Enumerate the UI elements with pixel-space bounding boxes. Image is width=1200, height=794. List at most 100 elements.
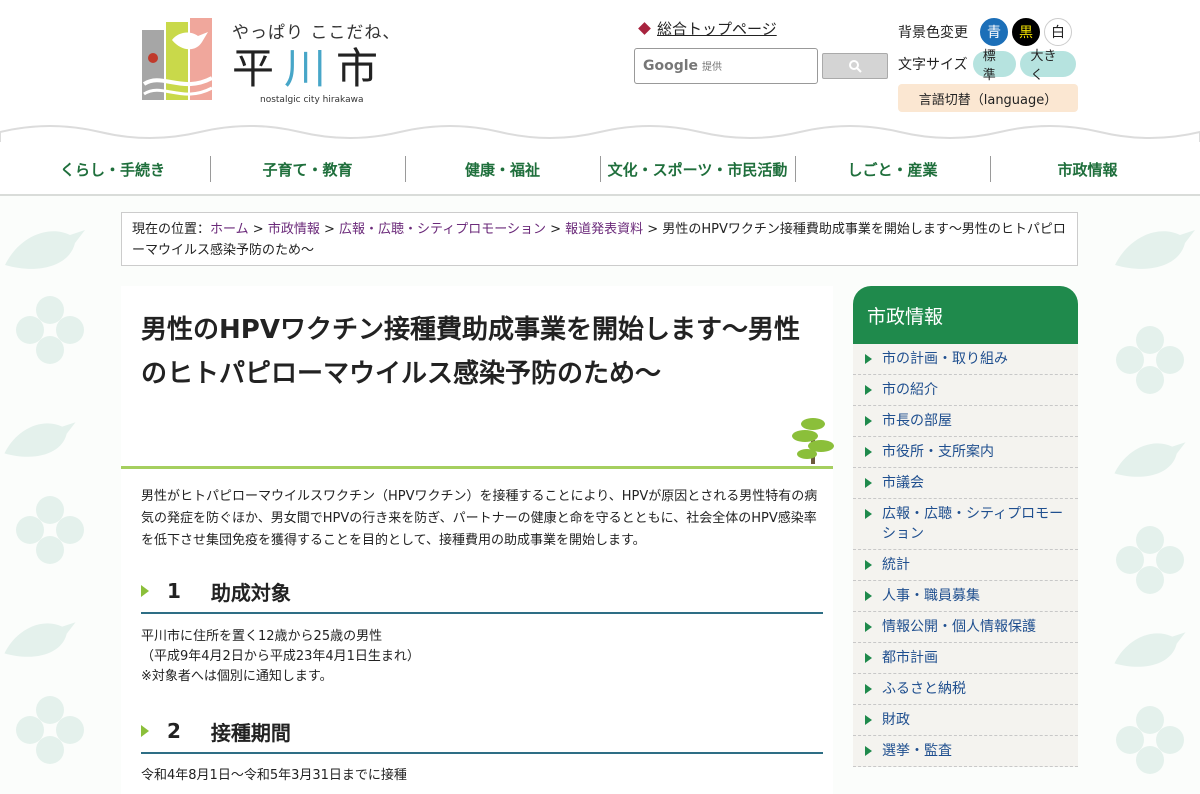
bird-decoration-icon [1110,610,1190,690]
sidebar-title[interactable]: 市政情報 [853,286,1078,344]
sidebar-item-pr[interactable]: 広報・広聴・シティプロモーション [853,499,1078,550]
breadcrumb-separator: > [545,222,566,237]
nav-item-city-info[interactable]: 市政情報 [990,142,1185,196]
flower-decoration-icon [10,690,90,770]
title-underline [121,466,833,469]
nav-item-health[interactable]: 健康・福祉 [405,142,600,196]
site-header: やっぱり ここだね、 平川市 nostalgic city hirakawa 総… [0,0,1200,125]
flower-decoration-icon [1110,320,1190,400]
sidebar: 市政情報 市の計画・取り組み 市の紹介 市長の部屋 市役所・支所案内 市議会 広… [853,286,1078,794]
lead-paragraph: 男性がヒトパピローマウイルスワクチン（HPVワクチン）を接種することにより、HP… [141,489,818,548]
diamond-bullet-icon [638,22,651,35]
nav-item-living[interactable]: くらし・手続き [15,142,210,196]
sidebar-item-label: 広報・広聴・シティプロモーション [882,506,1064,542]
sidebar-item-about[interactable]: 市の紹介 [853,375,1078,406]
arrow-right-icon [865,715,872,725]
section-number: 1 [167,579,181,603]
sidebar-item-label: 選挙・監査 [882,743,952,759]
sidebar-item-disclosure[interactable]: 情報公開・個人情報保護 [853,612,1078,643]
bird-decoration-icon [1110,205,1200,295]
sidebar-item-label: 市長の部屋 [882,413,952,429]
sidebar-item-recruit[interactable]: 人事・職員募集 [853,581,1078,612]
language-button[interactable]: 言語切替（language） [898,84,1078,112]
bird-decoration-icon [0,400,80,480]
breadcrumb-link-press[interactable]: 報道発表資料 [565,222,643,237]
sidebar-item-label: 市の紹介 [882,382,938,398]
triangle-bullet-icon [141,585,149,597]
accessibility-settings: 背景色変更 青 黒 白 文字サイズ 標準 大きく 言語切替（language） [898,16,1080,112]
search-input[interactable]: Google 提供 [634,48,818,84]
section-line: （平成9年4月2日から平成23年4月1日生まれ） [141,649,420,664]
breadcrumb-link-pr[interactable]: 広報・広聴・シティプロモーション [339,222,546,237]
pine-tree-icon [791,414,835,466]
sidebar-item-urban-planning[interactable]: 都市計画 [853,643,1078,674]
arrow-right-icon [865,447,872,457]
font-size-row: 文字サイズ 標準 大きく [898,48,1080,83]
city-logo-text[interactable]: やっぱり ここだね、 平川市 nostalgic city hirakawa [232,18,400,105]
font-standard-button[interactable]: 標準 [972,49,1017,83]
bg-white-button[interactable]: 白 [1044,18,1072,46]
arrow-right-icon [865,684,872,694]
sidebar-item-label: 市役所・支所案内 [882,444,994,460]
sidebar-item-label: 統計 [882,557,910,573]
sidebar-item-elections[interactable]: 選挙・監査 [853,736,1078,767]
bg-blue-button[interactable]: 青 [980,18,1008,46]
city-name-shi: 市 [336,44,389,93]
arrow-right-icon [865,560,872,570]
section-line: 令和4年8月1日～令和5年3月31日までに接種 [141,768,407,783]
breadcrumb-link-city-info[interactable]: 市政情報 [268,222,320,237]
search-icon [849,60,862,73]
arrow-right-icon [865,746,872,756]
arrow-right-icon [865,478,872,488]
sidebar-item-assembly[interactable]: 市議会 [853,468,1078,499]
arrow-right-icon [865,653,872,663]
bird-decoration-icon [0,600,80,680]
global-nav: くらし・手続き 子育て・教育 健康・福祉 文化・スポーツ・市民活動 しごと・産業… [0,142,1200,196]
search-button[interactable] [822,53,888,79]
sidebar-item-label: 都市計画 [882,650,938,666]
nav-item-culture[interactable]: 文化・スポーツ・市民活動 [600,142,795,196]
sidebar-item-label: 財政 [882,712,910,728]
bg-black-button[interactable]: 黒 [1012,18,1040,46]
city-name-kawa: 川 [284,44,337,93]
sidebar-item-finance[interactable]: 財政 [853,705,1078,736]
section-title: 助成対象 [210,580,291,605]
nav-item-business[interactable]: しごと・産業 [795,142,990,196]
arrow-right-icon [865,354,872,364]
sidebar-item-offices[interactable]: 市役所・支所案内 [853,437,1078,468]
section-line: ※対象者へは個別に通知します。 [141,669,333,684]
sidebar-item-plans[interactable]: 市の計画・取り組み [853,344,1078,375]
font-large-button[interactable]: 大きく [1020,49,1076,83]
flower-decoration-icon [10,490,90,570]
arrow-right-icon [865,385,872,395]
sidebar-item-label: 市議会 [882,475,924,491]
sidebar-item-label: 市の計画・取り組み [882,351,1008,367]
breadcrumb: 現在の位置：ホーム > 市政情報 > 広報・広聴・シティプロモーション > 報道… [121,212,1078,266]
breadcrumb-link-home[interactable]: ホーム [210,222,249,237]
bird-decoration-icon [0,205,90,295]
sidebar-item-label: ふるさと納税 [882,681,966,697]
city-name: 平川市 [232,45,400,93]
background-color-row: 背景色変更 青 黒 白 [898,16,1080,48]
page-title: 男性のHPVワクチン接種費助成事業を開始します～男性のヒトパピローマウイルス感染… [141,315,800,389]
logo-subtitle: nostalgic city hirakawa [260,95,364,105]
search-brand: Google [643,58,699,74]
city-logo-icon[interactable] [142,18,214,104]
section-body-period: 令和4年8月1日～令和5年3月31日までに接種 [141,766,821,786]
font-size-label: 文字サイズ [898,57,968,73]
arrow-right-icon [865,622,872,632]
section-number: 2 [167,719,181,743]
bird-decoration-icon [1110,420,1190,500]
flower-decoration-icon [1110,520,1190,600]
breadcrumb-separator: > [643,222,663,237]
sidebar-item-furusato[interactable]: ふるさと納税 [853,674,1078,705]
sidebar-item-mayor[interactable]: 市長の部屋 [853,406,1078,437]
site-search: Google 提供 [634,48,890,84]
breadcrumb-prefix: 現在の位置： [132,222,211,237]
top-page-link[interactable]: 総合トップページ [638,18,777,39]
sidebar-item-statistics[interactable]: 統計 [853,550,1078,581]
arrow-right-icon [865,416,872,426]
section-line: 平川市に住所を置く12歳から25歳の男性 [141,629,383,644]
flower-decoration-icon [10,290,90,370]
nav-item-childcare[interactable]: 子育て・教育 [210,142,405,196]
